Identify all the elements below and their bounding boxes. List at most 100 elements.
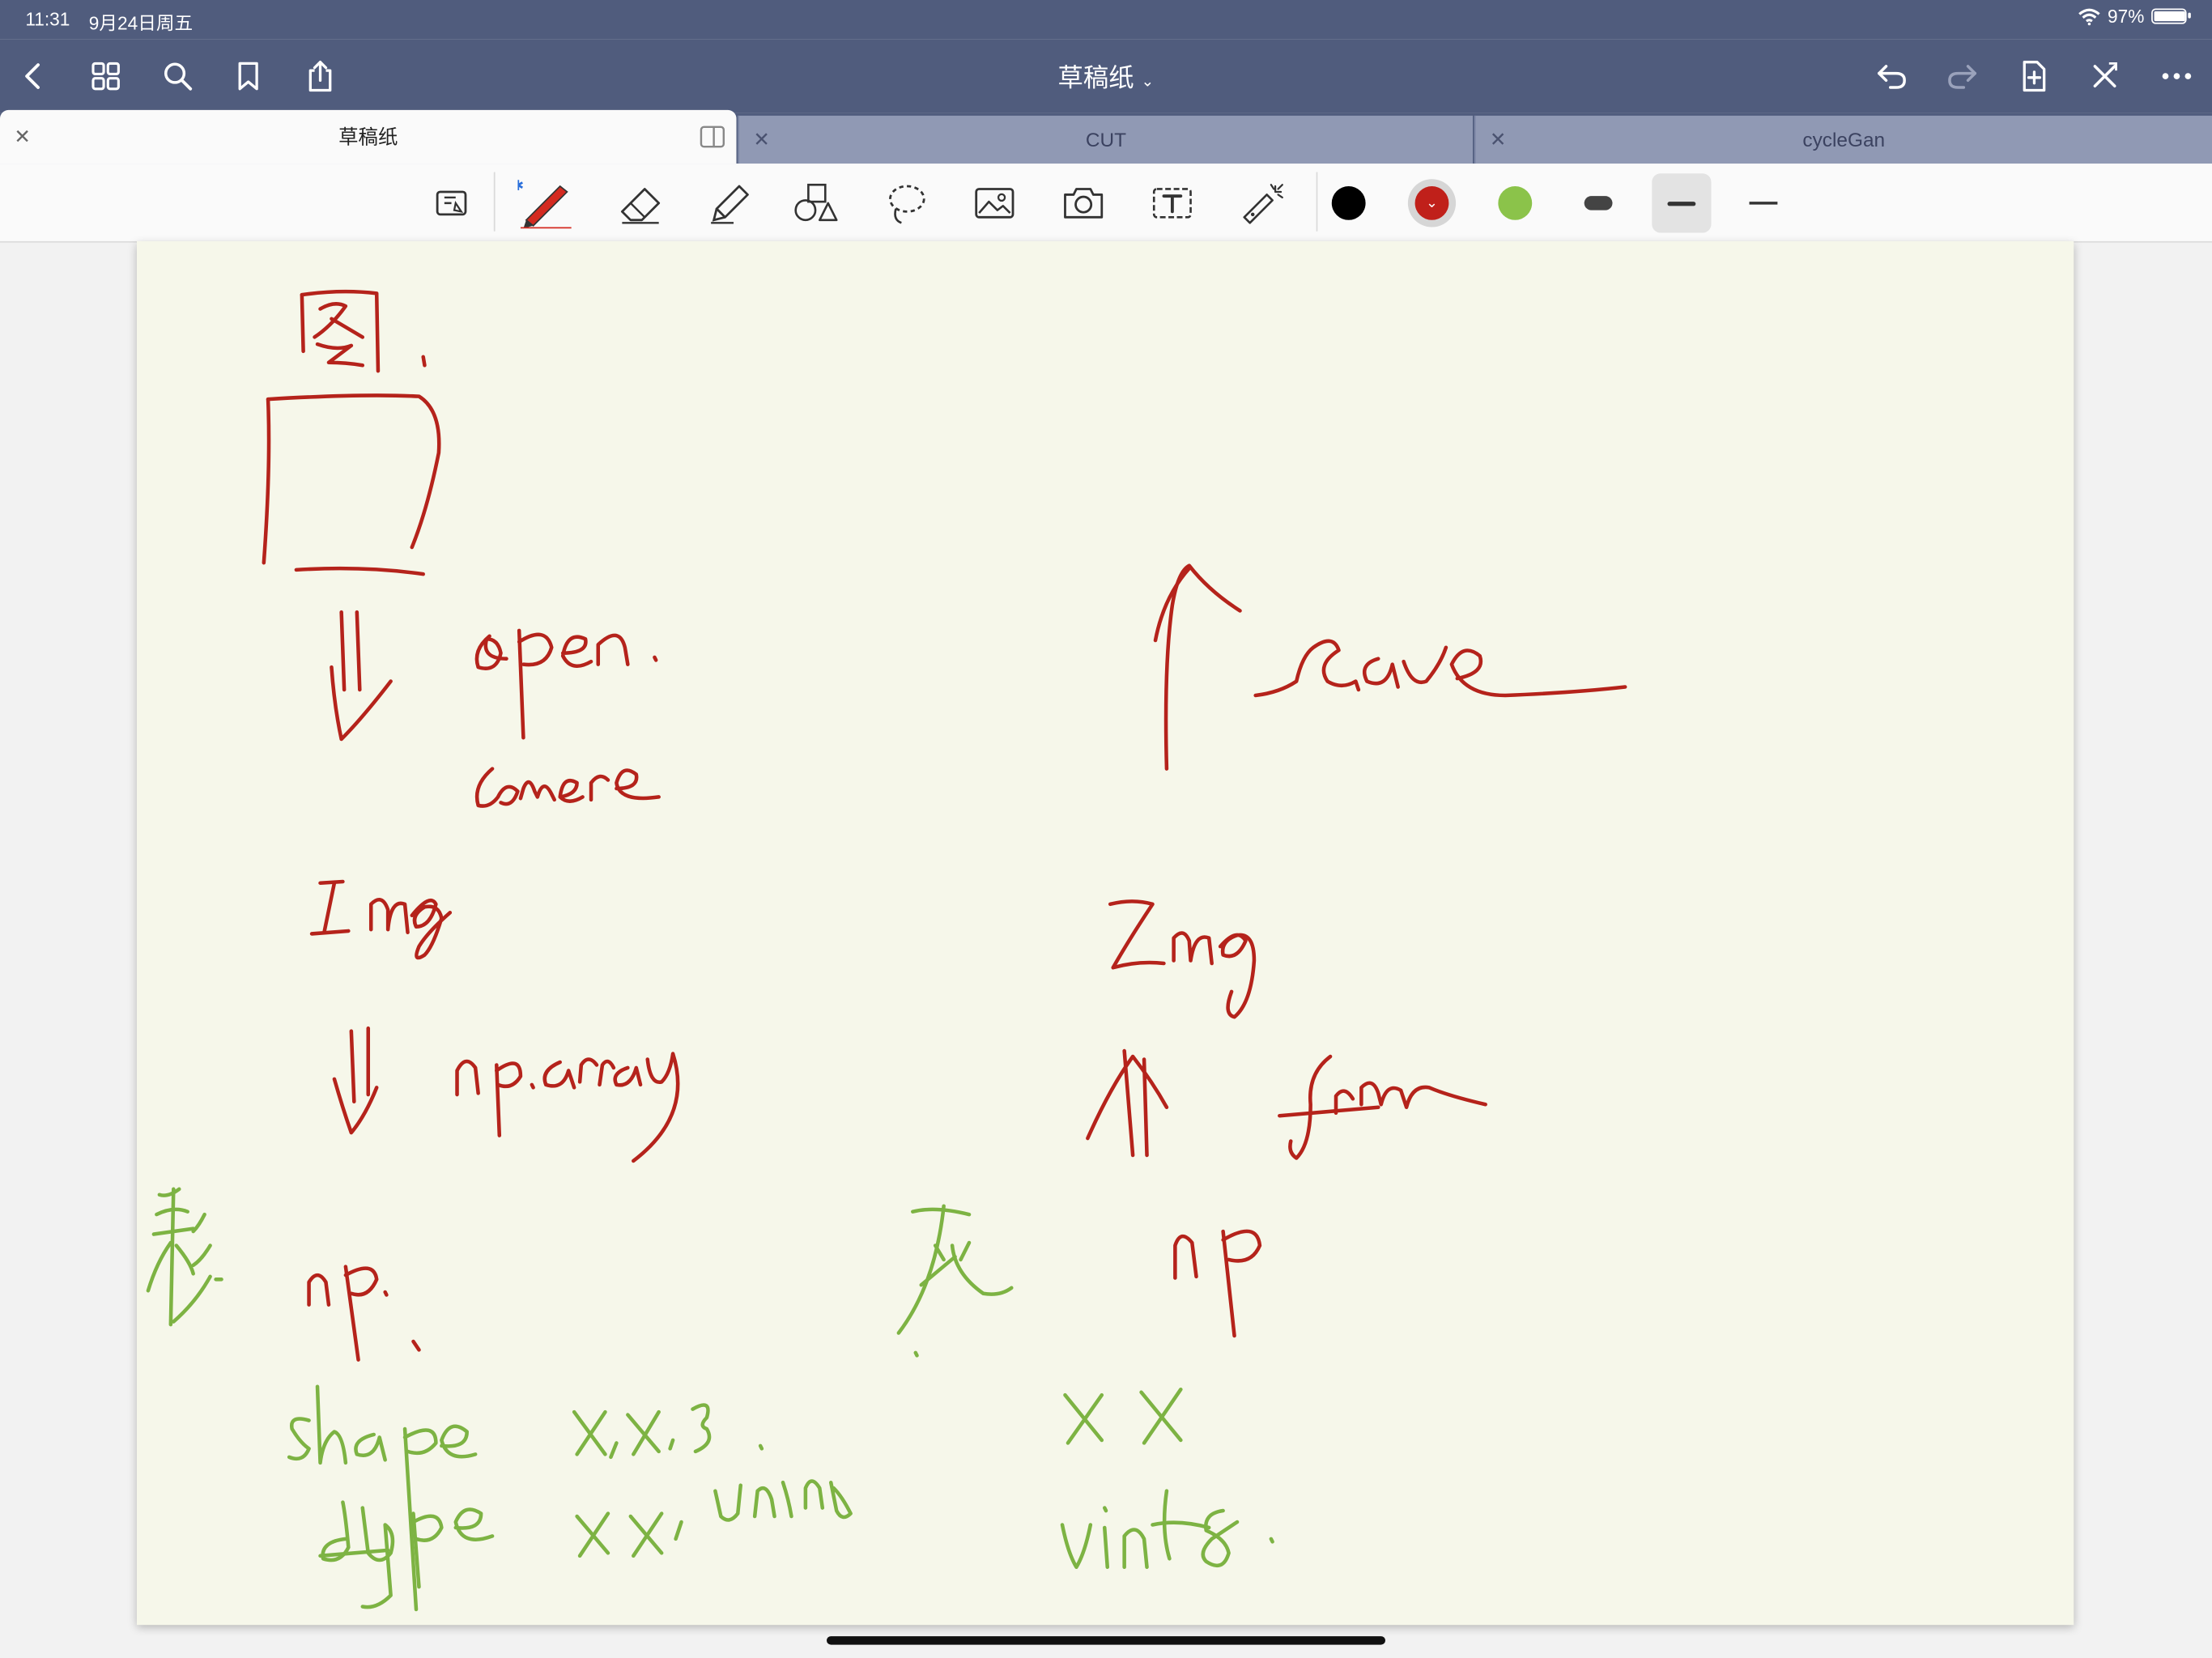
back-icon xyxy=(25,63,40,89)
close-icon[interactable]: ✕ xyxy=(14,125,30,149)
split-view-icon[interactable] xyxy=(700,125,725,148)
add-page-button[interactable] xyxy=(2012,53,2057,99)
ink-stroke xyxy=(1122,1528,1149,1570)
laser-pointer-icon xyxy=(1243,184,1283,224)
ink-stroke xyxy=(911,1207,972,1217)
ink-stroke xyxy=(653,655,658,662)
document-title-button[interactable]: 草稿纸 ⌄ xyxy=(1058,63,1155,91)
bookmark-button[interactable] xyxy=(226,53,271,99)
ink-stroke xyxy=(1278,1105,1380,1118)
ink-stroke xyxy=(1359,1081,1487,1110)
text-tool[interactable] xyxy=(1144,175,1201,232)
ink-stroke xyxy=(577,1057,599,1084)
ink-stroke xyxy=(266,393,441,550)
status-time: 11:31 xyxy=(25,8,70,30)
ink-stroke xyxy=(368,898,410,934)
ink-stroke xyxy=(530,1082,535,1090)
close-document-button[interactable] xyxy=(2082,53,2128,99)
ink-stroke xyxy=(146,1240,173,1293)
ink-stroke xyxy=(758,1443,764,1451)
wifi-icon xyxy=(2078,7,2100,25)
ink-stroke xyxy=(1253,639,1361,698)
ink-stroke xyxy=(575,1511,610,1558)
ink-stroke xyxy=(1063,1392,1104,1445)
shapes-tool[interactable] xyxy=(787,175,844,232)
ink-stroke xyxy=(803,1479,825,1510)
tool-bar: ✱ ⌄ xyxy=(0,164,2212,243)
ink-stroke xyxy=(668,1438,675,1451)
camera-tool[interactable] xyxy=(1055,175,1112,232)
ink-stroke xyxy=(453,1507,495,1541)
color-dot xyxy=(1498,185,1533,220)
redo-button[interactable] xyxy=(1940,53,1985,99)
ink-stroke xyxy=(474,634,508,670)
ink-stroke xyxy=(596,633,630,666)
ink-stroke xyxy=(318,879,345,885)
close-icon[interactable]: ✕ xyxy=(1490,128,1506,152)
ink-stroke xyxy=(1060,1523,1093,1570)
ink-stroke xyxy=(410,899,453,960)
eraser-tool[interactable] xyxy=(612,175,669,232)
stroke-width-preview xyxy=(1749,202,1778,205)
battery-icon xyxy=(2151,8,2191,24)
tab-label: cycleGan xyxy=(1802,128,1886,151)
stroke-width-thick[interactable] xyxy=(1570,175,1627,232)
tab-cyclegan[interactable]: ✕ cycleGan xyxy=(1474,115,2212,164)
more-button[interactable] xyxy=(2155,53,2200,99)
share-icon xyxy=(308,61,332,92)
ink-stroke xyxy=(411,1339,421,1352)
note-canvas[interactable] xyxy=(137,240,2074,1626)
ink-stroke xyxy=(455,1059,480,1097)
ink-stroke xyxy=(322,881,337,933)
ink-stroke xyxy=(628,1511,664,1558)
home-indicator[interactable] xyxy=(827,1636,1385,1645)
stroke-width-medium[interactable] xyxy=(1652,173,1712,233)
search-button[interactable] xyxy=(155,53,201,99)
ink-stroke xyxy=(517,632,554,667)
close-icon[interactable]: ✕ xyxy=(753,128,769,152)
highlighter-tool[interactable] xyxy=(701,175,758,232)
share-button[interactable] xyxy=(298,53,343,99)
image-icon xyxy=(975,188,1015,219)
status-bar: 11:31 9月24日周五 97% xyxy=(0,0,2212,40)
color-red-swatch[interactable]: ⌄ xyxy=(1404,175,1461,232)
ink-stroke xyxy=(307,1273,331,1307)
color-dot: ⌄ xyxy=(1414,185,1449,220)
shapes-icon xyxy=(794,183,838,222)
tab-cut[interactable]: ✕ CUT xyxy=(738,115,1474,164)
ink-stroke xyxy=(713,1483,742,1522)
battery-percent: 97% xyxy=(2108,5,2145,28)
ink-stroke xyxy=(330,317,365,339)
lasso-tool[interactable] xyxy=(878,175,934,232)
laser-pointer-tool[interactable] xyxy=(1235,175,1291,232)
ink-stroke xyxy=(1221,1229,1236,1338)
ink-stroke xyxy=(615,768,661,801)
stroke-width-thin[interactable] xyxy=(1735,175,1792,232)
ink-stroke xyxy=(174,1244,195,1276)
ink-stroke xyxy=(959,1240,972,1262)
back-button[interactable] xyxy=(11,53,57,99)
image-tool[interactable] xyxy=(967,175,1023,232)
ink-stroke xyxy=(383,1290,389,1297)
color-green-swatch[interactable] xyxy=(1487,175,1543,232)
ink-stroke xyxy=(495,1063,502,1137)
ink-stroke xyxy=(752,1486,776,1519)
read-mode-button[interactable] xyxy=(423,175,480,232)
ink-stroke xyxy=(609,1441,619,1460)
ink-stroke xyxy=(1288,1054,1333,1160)
eraser-icon xyxy=(620,188,661,224)
ink-stroke xyxy=(1163,563,1242,771)
ink-stroke xyxy=(191,1244,212,1268)
ink-stroke xyxy=(300,292,305,354)
tab-draft[interactable]: ✕ 草稿纸 xyxy=(0,109,737,164)
ink-stroke xyxy=(674,1520,683,1541)
redo-icon xyxy=(1948,65,1977,89)
ink-stroke xyxy=(919,1255,957,1287)
pen-tool[interactable]: ✱ xyxy=(517,175,574,232)
undo-button[interactable] xyxy=(1870,53,1915,99)
ink-stroke xyxy=(402,1428,438,1456)
ink-stroke xyxy=(828,1480,853,1520)
ink-stroke xyxy=(313,302,348,339)
grid-view-button[interactable] xyxy=(83,53,129,99)
color-black-swatch[interactable] xyxy=(1321,175,1377,232)
